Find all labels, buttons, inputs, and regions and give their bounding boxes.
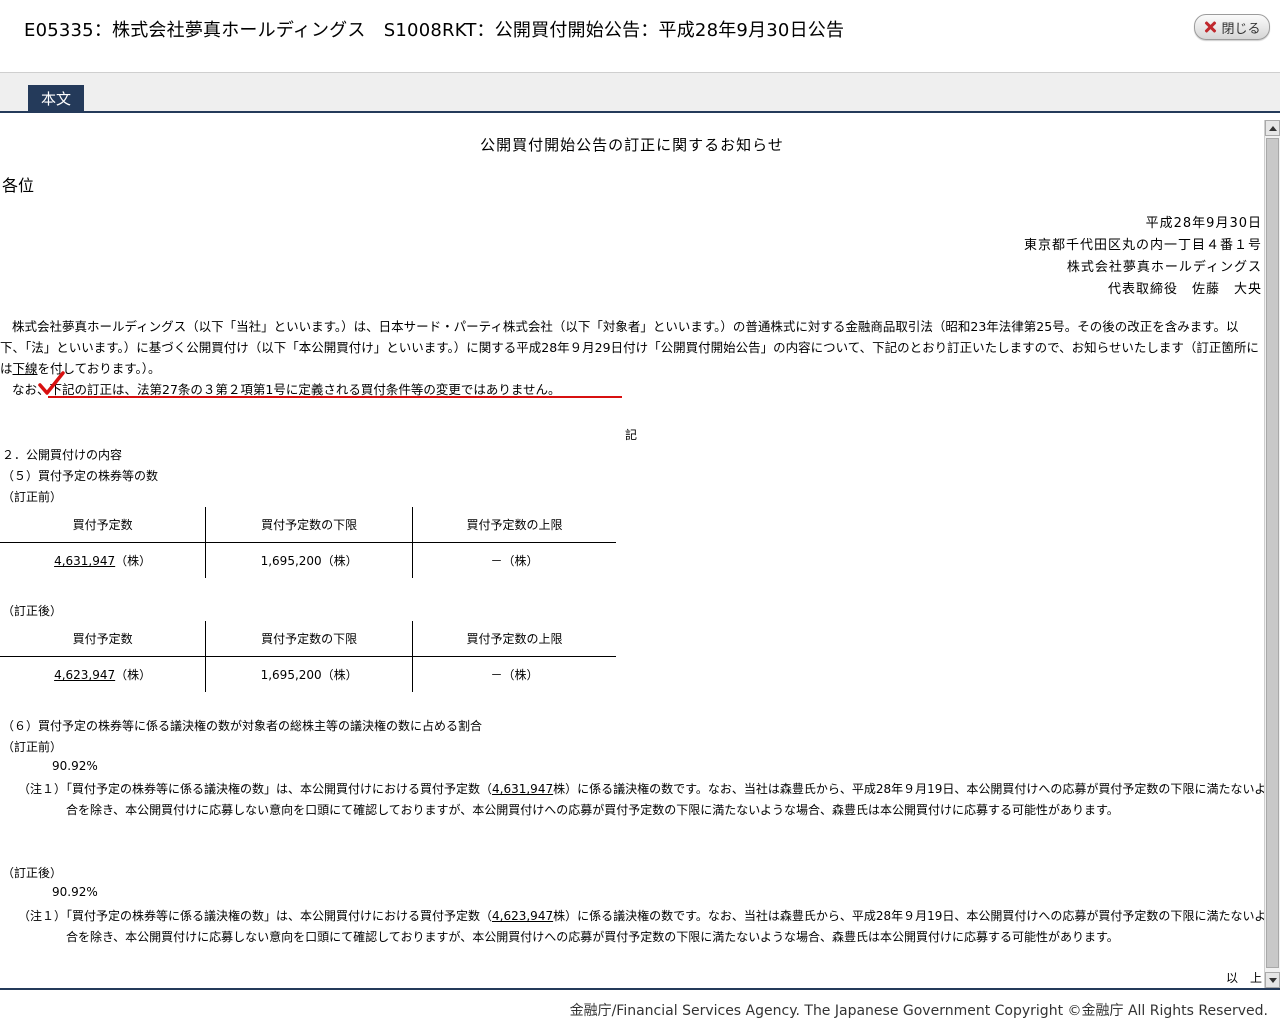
subsection-5-heading: （５）買付予定の株券等の数 [2, 469, 159, 483]
arrow-down-icon [1268, 977, 1277, 983]
company-name: 株式会社夢真ホールディングス [1066, 260, 1262, 275]
note-after: （注１）「買付予定の株券等に係る議決権の数」は、本公開買付けにおける買付予定数（… [18, 906, 1264, 948]
document-body[interactable]: 公開買付開始公告の訂正に関するお知らせ 各位 平成28年9月30日 東京都千代田… [0, 114, 1264, 988]
vertical-scrollbar[interactable] [1264, 120, 1280, 988]
scroll-up-button[interactable] [1265, 120, 1280, 136]
table-header: 買付予定数の下限 [205, 507, 413, 543]
intro-paragraph: 株式会社夢真ホールディングス（以下「当社」といいます。）は、日本サード・パーティ… [0, 316, 1262, 379]
table-cell: 4,631,947（株） [0, 543, 206, 579]
section-heading: ２．公開買付けの内容 [2, 448, 123, 462]
company-address: 東京都千代田区丸の内一丁目４番１号 [1023, 238, 1262, 253]
planned-shares-value: 4,631,947 [54, 554, 116, 568]
header-bar: E05335：株式会社夢真ホールディングス S1008RKT：公開買付開始公告：… [0, 0, 1280, 73]
note-prefix: （注１）「買付予定の株券等に係る議決権の数」は、本公開買付けにおける買付予定数（ [18, 909, 493, 923]
after-label: （訂正後） [2, 866, 63, 880]
ki-marker: 記 [625, 428, 638, 442]
table-cell: 1,695,200（株） [205, 542, 413, 578]
close-button-label: 閉じる [1221, 21, 1261, 37]
note-number: 4,631,947 [492, 782, 554, 796]
before-label: （訂正前） [2, 740, 63, 754]
table-header: 買付予定数の上限 [412, 507, 616, 543]
scroll-thumb[interactable] [1266, 138, 1279, 968]
unit: （株） [115, 668, 152, 682]
copyright-text: 金融庁/Financial Services Agency. The Japan… [569, 1003, 1268, 1019]
note-body: 下記の訂正は、法第27条の３第２項第1号に定義される買付条件等の変更ではありませ… [49, 382, 561, 397]
table-cell: －（株） [412, 542, 616, 578]
ratio-before: 90.92% [52, 759, 98, 773]
note-prefix: （注１）「買付予定の株券等に係る議決権の数」は、本公開買付けにおける買付予定数（ [18, 782, 493, 796]
shares-table-before: 買付予定数 買付予定数の下限 買付予定数の上限 4,631,947（株） 1,6… [0, 507, 616, 578]
arrow-up-icon [1268, 125, 1277, 131]
after-label: （訂正後） [2, 604, 63, 618]
table-header: 買付予定数 [0, 621, 206, 657]
tab-main-text[interactable]: 本文 [28, 85, 84, 111]
before-label: （訂正前） [2, 490, 63, 504]
subsection-6-heading: （６）買付予定の株券等に係る議決権の数が対象者の総株主等の議決権の数に占める割合 [2, 719, 483, 733]
issue-date: 平成28年9月30日 [1145, 216, 1262, 231]
scroll-down-button[interactable] [1265, 972, 1280, 988]
table-cell: －（株） [412, 656, 616, 692]
representative: 代表取締役 佐藤 大央 [1107, 282, 1262, 297]
close-icon [1203, 20, 1217, 34]
shares-table-after: 買付予定数 買付予定数の下限 買付予定数の上限 4,623,947（株） 1,6… [0, 621, 616, 692]
table-header: 買付予定数の上限 [412, 621, 616, 657]
note-before: （注１）「買付予定の株券等に係る議決権の数」は、本公開買付けにおける買付予定数（… [18, 779, 1264, 821]
tab-bar: 本文 [0, 73, 1280, 113]
document-title: 公開買付開始公告の訂正に関するお知らせ [480, 136, 784, 154]
note-number: 4,623,947 [492, 909, 554, 923]
underlined-word: 下線 [12, 361, 38, 376]
table-header: 買付予定数 [0, 507, 206, 543]
intro-text: 株式会社夢真ホールディングス（以下「当社」といいます。）は、日本サード・パーティ… [0, 319, 1259, 376]
table-cell: 4,623,947（株） [0, 657, 206, 693]
closing-mark: 以 上 [1225, 971, 1262, 985]
footer-bar: 金融庁/Financial Services Agency. The Japan… [0, 988, 1280, 1026]
addressee: 各位 [2, 176, 35, 195]
red-checkmark-icon [38, 371, 65, 395]
table-header: 買付予定数の下限 [205, 621, 413, 657]
unit: （株） [115, 554, 152, 568]
ratio-after: 90.92% [52, 885, 98, 899]
planned-shares-value: 4,623,947 [54, 668, 116, 682]
red-annotation-underline [48, 396, 622, 398]
table-cell: 1,695,200（株） [205, 656, 413, 692]
page-title: E05335：株式会社夢真ホールディングス S1008RKT：公開買付開始公告：… [24, 20, 845, 41]
close-button[interactable]: 閉じる [1194, 14, 1270, 40]
